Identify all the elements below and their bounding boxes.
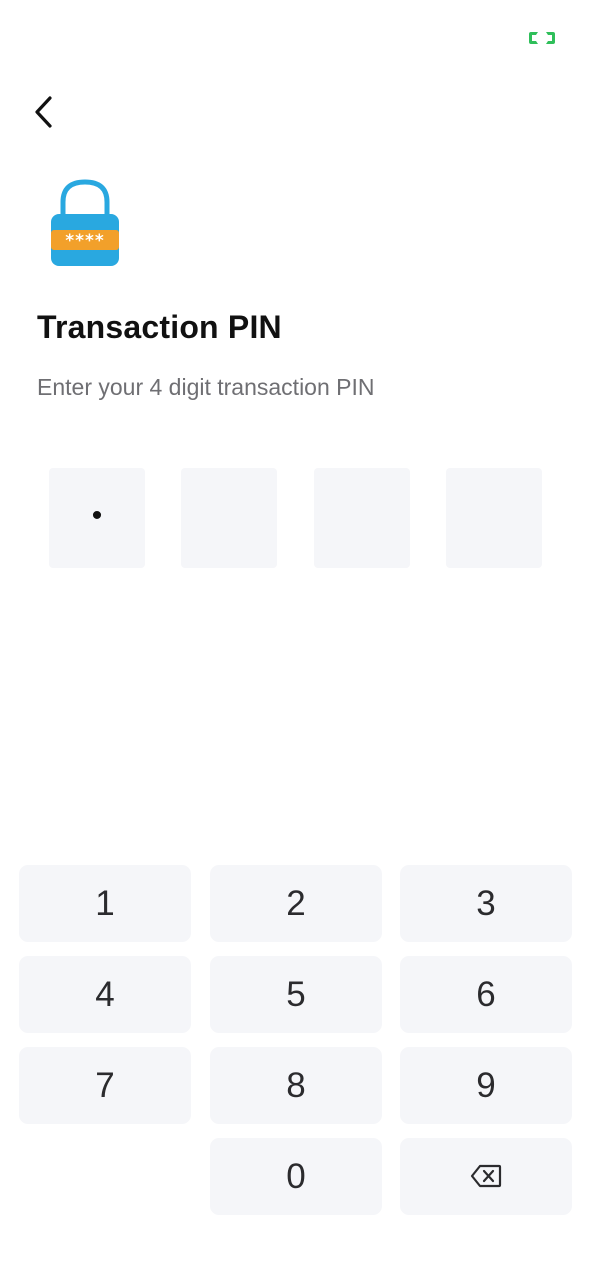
pin-box-3: [314, 468, 410, 568]
backspace-button[interactable]: [400, 1138, 572, 1215]
pin-dot: •: [91, 499, 103, 532]
key-1[interactable]: 1: [19, 865, 191, 942]
key-4[interactable]: 4: [19, 956, 191, 1033]
key-0[interactable]: 0: [210, 1138, 382, 1215]
pin-box-4: [446, 468, 542, 568]
key-5[interactable]: 5: [210, 956, 382, 1033]
key-9[interactable]: 9: [400, 1047, 572, 1124]
page-subtitle: Enter your 4 digit transaction PIN: [37, 374, 375, 400]
backspace-icon: [470, 1157, 502, 1197]
page-title: Transaction PIN: [37, 309, 282, 345]
chevron-left-icon: [31, 95, 57, 134]
key-8[interactable]: 8: [210, 1047, 382, 1124]
key-2[interactable]: 2: [210, 865, 382, 942]
key-6[interactable]: 6: [400, 956, 572, 1033]
pin-box-1: •: [49, 468, 145, 568]
key-7[interactable]: 7: [19, 1047, 191, 1124]
status-indicator-icon: [527, 30, 557, 46]
key-3[interactable]: 3: [400, 865, 572, 942]
back-button[interactable]: [24, 92, 64, 136]
padlock-icon: ****: [47, 178, 123, 268]
transaction-pin-screen: **** Transaction PIN Enter your 4 digit …: [0, 0, 591, 1280]
pin-box-2: [181, 468, 277, 568]
masked-pin-text: ****: [65, 231, 105, 251]
